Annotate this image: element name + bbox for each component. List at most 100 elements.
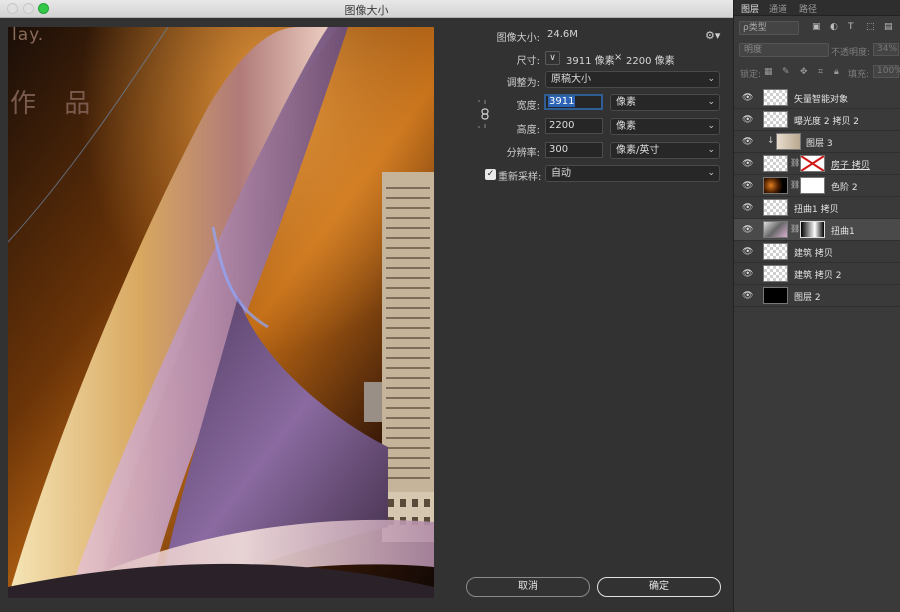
ok-button[interactable]: 确定	[597, 577, 721, 597]
layer-thumbnail	[763, 177, 788, 194]
layers-panel: 图层 通道 路径 ρ类型 ▣ ◐ T ⬚ ▤ 明度 不透明度: 34% 锁定: …	[733, 0, 900, 612]
chevron-down-icon: ⌄	[707, 145, 715, 155]
fill-field[interactable]: 100%	[873, 65, 900, 78]
layer-row[interactable]: 👁︎ 图层 2	[734, 285, 900, 307]
eye-icon[interactable]: 👁︎	[742, 291, 753, 301]
layer-name: 房子 拷贝	[831, 161, 870, 171]
layer-thumbnail	[763, 243, 788, 260]
layer-row[interactable]: 👁︎ 矢量智能对象	[734, 87, 900, 109]
image-preview[interactable]: lay. 作 品	[8, 27, 434, 598]
layer-name: 图层 3	[806, 139, 833, 149]
dimension-times-sign: ×	[614, 52, 623, 63]
smart-object-filter-icon[interactable]: ▤	[884, 22, 893, 32]
width-unit-select[interactable]: 像素 ⌄	[610, 94, 720, 111]
adjustment-filter-icon[interactable]: ◐	[830, 22, 838, 32]
height-unit-value: 像素	[616, 121, 636, 132]
layer-row[interactable]: 👁︎ 建筑 拷贝 2	[734, 263, 900, 285]
link-icon: ⛓︎	[790, 224, 801, 233]
lock-position-icon[interactable]: ✥	[800, 67, 808, 77]
eye-icon[interactable]: 👁︎	[742, 247, 753, 257]
layer-name: 图层 2	[794, 293, 821, 303]
layer-row[interactable]: 👁︎ ⛓︎ 房子 拷贝	[734, 153, 900, 175]
layer-thumbnail	[763, 199, 788, 216]
panel-tab-bar: 图层 通道 路径	[734, 0, 900, 16]
preview-caption-text: lay.	[12, 27, 45, 45]
image-size-label: 图像大小:	[496, 33, 540, 44]
eye-icon[interactable]: 👁︎	[742, 203, 753, 213]
layer-thumbnail	[763, 155, 788, 172]
chevron-down-icon: ⌄	[707, 121, 715, 131]
resolution-unit-select[interactable]: 像素/英寸 ⌄	[610, 142, 720, 159]
resample-select[interactable]: 自动 ⌄	[545, 165, 720, 182]
fit-to-value: 原稿大小	[551, 74, 591, 85]
width-unit-value: 像素	[616, 97, 636, 108]
resample-value: 自动	[551, 168, 571, 179]
layer-name: 矢量智能对象	[794, 95, 849, 105]
pixel-filter-icon[interactable]: ▣	[812, 22, 821, 32]
tab-channels[interactable]: 通道	[769, 2, 787, 15]
image-size-dialog: 图像大小 lay. 作 品 图像大小: 24.6M ⚙▾ 尺寸: ∨ 3911 …	[0, 0, 733, 612]
layer-name: 曝光度 2 拷贝 2	[794, 117, 860, 127]
preview-title-text: 作 品	[10, 89, 101, 119]
layer-name: 扭曲1 拷贝	[794, 205, 839, 215]
dimension-width-value: 3911 像素	[566, 56, 615, 67]
chevron-down-icon[interactable]: ∨	[545, 51, 560, 65]
fill-label: 填充:	[848, 70, 870, 80]
clipping-mask-icon: ↓	[767, 136, 775, 146]
layer-row[interactable]: 👁︎ 建筑 拷贝	[734, 241, 900, 263]
gear-icon[interactable]: ⚙▾	[705, 29, 720, 42]
link-icon: ⛓︎	[790, 180, 801, 189]
dimensions-label: 尺寸:	[516, 56, 540, 67]
fit-to-select[interactable]: 原稿大小 ⌄	[545, 71, 720, 88]
width-input[interactable]: 3911	[544, 94, 603, 110]
layer-row[interactable]: 👁︎ 曝光度 2 拷贝 2	[734, 109, 900, 131]
resample-label: 重新采样:	[498, 172, 542, 183]
lock-image-icon[interactable]: ✎	[782, 67, 790, 77]
lock-transparent-icon[interactable]: ▦	[764, 67, 773, 77]
eye-icon[interactable]: 👁︎	[742, 225, 753, 235]
lock-label: 锁定:	[740, 70, 762, 80]
tab-paths[interactable]: 路径	[799, 2, 817, 15]
opacity-label: 不透明度:	[831, 48, 871, 58]
cancel-button[interactable]: 取消	[466, 577, 590, 597]
resolution-input[interactable]: 300	[545, 142, 603, 158]
image-size-value: 24.6M	[547, 29, 578, 40]
height-unit-select[interactable]: 像素 ⌄	[610, 118, 720, 135]
kind-filter-select[interactable]: ρ类型	[739, 21, 799, 35]
fit-to-label: 调整为:	[506, 78, 540, 89]
eye-icon[interactable]: 👁︎	[742, 137, 753, 147]
layer-thumbnail	[763, 265, 788, 282]
layer-mask-thumbnail	[800, 155, 825, 172]
tab-layers[interactable]: 图层	[741, 2, 759, 15]
window-title: 图像大小	[344, 4, 389, 17]
layer-mask-thumbnail	[800, 221, 825, 238]
layer-row[interactable]: 👁︎ ⛓︎ 色阶 2	[734, 175, 900, 197]
height-input[interactable]: 2200	[545, 118, 603, 134]
height-value: 2200	[549, 120, 575, 131]
blend-mode-select[interactable]: 明度	[739, 43, 829, 57]
chevron-down-icon: ⌄	[707, 97, 715, 107]
title-bar: 图像大小	[0, 0, 733, 18]
eye-icon[interactable]: 👁︎	[742, 159, 753, 169]
resample-checkbox[interactable]: ✓	[485, 169, 496, 180]
eye-icon[interactable]: 👁︎	[742, 181, 753, 191]
eye-icon[interactable]: 👁︎	[742, 269, 753, 279]
shape-filter-icon[interactable]: ⬚	[866, 22, 875, 32]
layer-thumbnail	[763, 221, 788, 238]
layer-name: 色阶 2	[831, 183, 858, 193]
layer-thumbnail	[776, 133, 801, 150]
layer-thumbnail	[763, 111, 788, 128]
opacity-field[interactable]: 34%	[873, 43, 899, 56]
eye-icon[interactable]: 👁︎	[742, 93, 753, 103]
mask-cross-graphic	[800, 155, 825, 172]
layer-thumbnail	[763, 287, 788, 304]
artboard-lock-icon[interactable]: ⌗	[818, 67, 823, 77]
chevron-down-icon: ⌄	[707, 74, 715, 84]
lock-all-icon[interactable]: 🔒︎	[834, 67, 839, 77]
layer-row[interactable]: 👁︎ ↓ 图层 3	[734, 131, 900, 153]
type-filter-icon[interactable]: T	[848, 22, 854, 32]
layer-name: 建筑 拷贝	[794, 249, 833, 259]
layer-row[interactable]: 👁︎ ⛓︎ 扭曲1	[734, 219, 900, 241]
eye-icon[interactable]: 👁︎	[742, 115, 753, 125]
layer-row[interactable]: 👁︎ 扭曲1 拷贝	[734, 197, 900, 219]
